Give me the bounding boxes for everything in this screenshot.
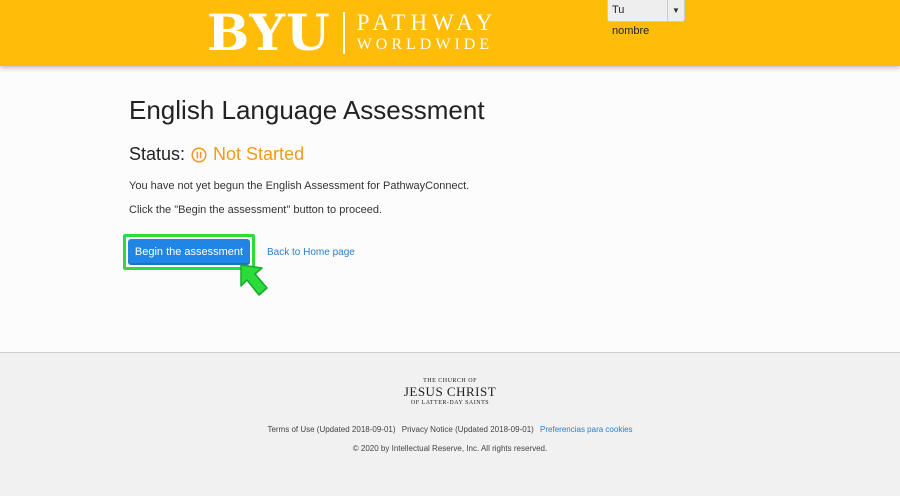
logo-divider <box>342 12 345 54</box>
site-header: BYU PATHWAY WORLDWIDE Tu nombre ▼ <box>0 0 900 66</box>
status-label: Status: <box>129 144 186 164</box>
church-logo-main: JESUS CHRIST <box>403 384 497 399</box>
status-value: Not Started <box>213 144 305 164</box>
logo-wordmark: PATHWAY WORLDWIDE <box>357 11 498 55</box>
user-name[interactable]: Tu nombre <box>608 0 668 37</box>
page-title: English Language Assessment <box>129 95 485 125</box>
user-menu[interactable]: Tu nombre ▼ <box>607 0 685 37</box>
instruction-message: Click the "Begin the assessment" button … <box>129 204 383 216</box>
logo-byu-text: BYU <box>207 3 331 62</box>
logo-worldwide-text: WORLDWIDE <box>356 36 494 53</box>
back-to-home-link[interactable]: Back to Home page <box>267 247 355 258</box>
assessment-status: Status: Not Started <box>129 144 304 165</box>
pause-circle-icon <box>191 146 207 163</box>
status-message: You have not yet begun the English Asses… <box>129 180 470 192</box>
begin-assessment-button[interactable]: Begin the assessment <box>128 239 250 265</box>
caret-down-icon[interactable]: ▼ <box>668 0 684 21</box>
pointer-arrow-icon <box>240 264 268 296</box>
terms-of-use-link[interactable]: Terms of Use (Updated 2018-09-01) <box>267 425 395 434</box>
church-logo-bottom: OF LATTER-DAY SAINTS <box>410 400 490 406</box>
privacy-notice-link[interactable]: Privacy Notice (Updated 2018-09-01) <box>402 425 534 434</box>
church-logo[interactable]: THE CHURCH OF JESUS CHRIST OF LATTER-DAY… <box>0 377 900 407</box>
cookie-preferences-link[interactable]: Preferencias para cookies <box>540 425 633 434</box>
footer-links: Terms of Use (Updated 2018-09-01) Privac… <box>0 425 900 434</box>
logo-pathway-text: PATHWAY <box>356 10 498 35</box>
site-footer: THE CHURCH OF JESUS CHRIST OF LATTER-DAY… <box>0 352 900 496</box>
copyright-text: © 2020 by Intellectual Reserve, Inc. All… <box>352 444 548 453</box>
byu-pathway-logo[interactable]: BYU PATHWAY WORLDWIDE <box>207 8 497 58</box>
